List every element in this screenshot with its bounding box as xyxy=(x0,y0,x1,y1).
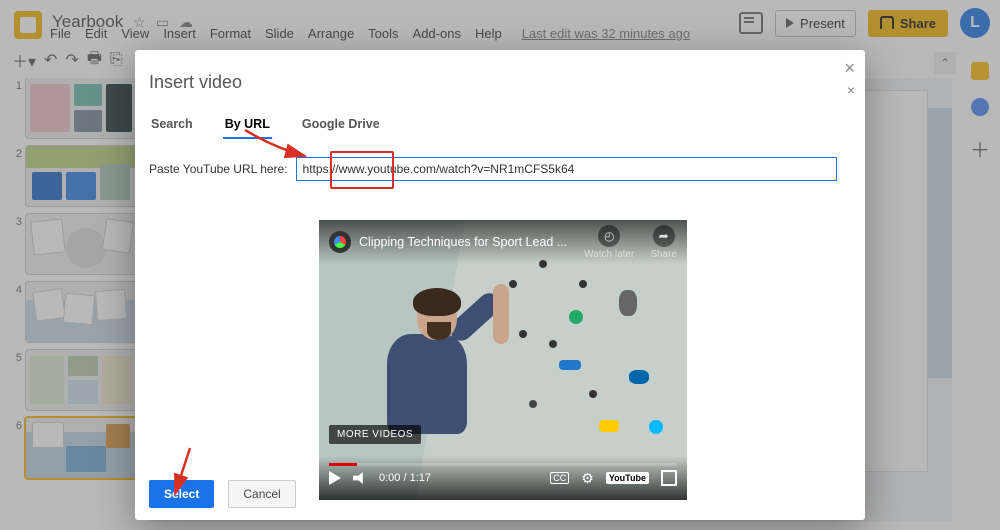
dialog-footer: Select Cancel xyxy=(149,480,296,508)
select-button[interactable]: Select xyxy=(149,480,214,508)
video-preview[interactable]: Clipping Techniques for Sport Lead ... ◴… xyxy=(319,220,687,500)
tab-search[interactable]: Search xyxy=(149,111,195,137)
close-icon-inner[interactable]: × xyxy=(847,82,855,98)
video-title[interactable]: Clipping Techniques for Sport Lead ... xyxy=(359,235,584,249)
dialog-tabs: Search By URL Google Drive xyxy=(149,111,865,137)
watch-later-label: Watch later xyxy=(584,249,634,260)
insert-video-dialog: × × Insert video Search By URL Google Dr… xyxy=(135,50,865,520)
url-label: Paste YouTube URL here: xyxy=(149,162,288,176)
share-video-label: Share xyxy=(650,249,677,260)
youtube-url-input[interactable] xyxy=(296,157,837,181)
video-topbar: Clipping Techniques for Sport Lead ... ◴… xyxy=(319,220,687,264)
cancel-button[interactable]: Cancel xyxy=(228,480,295,508)
channel-avatar-icon[interactable] xyxy=(329,231,351,253)
captions-button[interactable]: CC xyxy=(550,472,569,484)
settings-icon[interactable]: ⚙ xyxy=(581,470,594,487)
youtube-logo[interactable]: YouTube xyxy=(606,472,649,484)
dialog-title: Insert video xyxy=(149,72,865,93)
fullscreen-icon[interactable] xyxy=(661,470,677,486)
watch-later-button[interactable]: ◴ Watch later xyxy=(584,225,634,260)
url-row: Paste YouTube URL here: xyxy=(149,157,865,181)
share-video-button[interactable]: ➦ Share xyxy=(650,225,677,260)
clock-icon: ◴ xyxy=(598,225,620,247)
play-icon[interactable] xyxy=(329,471,341,485)
volume-icon[interactable] xyxy=(353,472,367,484)
more-videos-pill[interactable]: MORE VIDEOS xyxy=(329,425,421,444)
share-icon: ➦ xyxy=(653,225,675,247)
video-controls: 0:00 / 1:17 CC ⚙ YouTube xyxy=(319,456,687,500)
close-icon[interactable]: × xyxy=(844,58,855,79)
video-time: 0:00 / 1:17 xyxy=(379,472,431,484)
tab-by-url[interactable]: By URL xyxy=(223,111,272,137)
tab-google-drive[interactable]: Google Drive xyxy=(300,111,382,137)
